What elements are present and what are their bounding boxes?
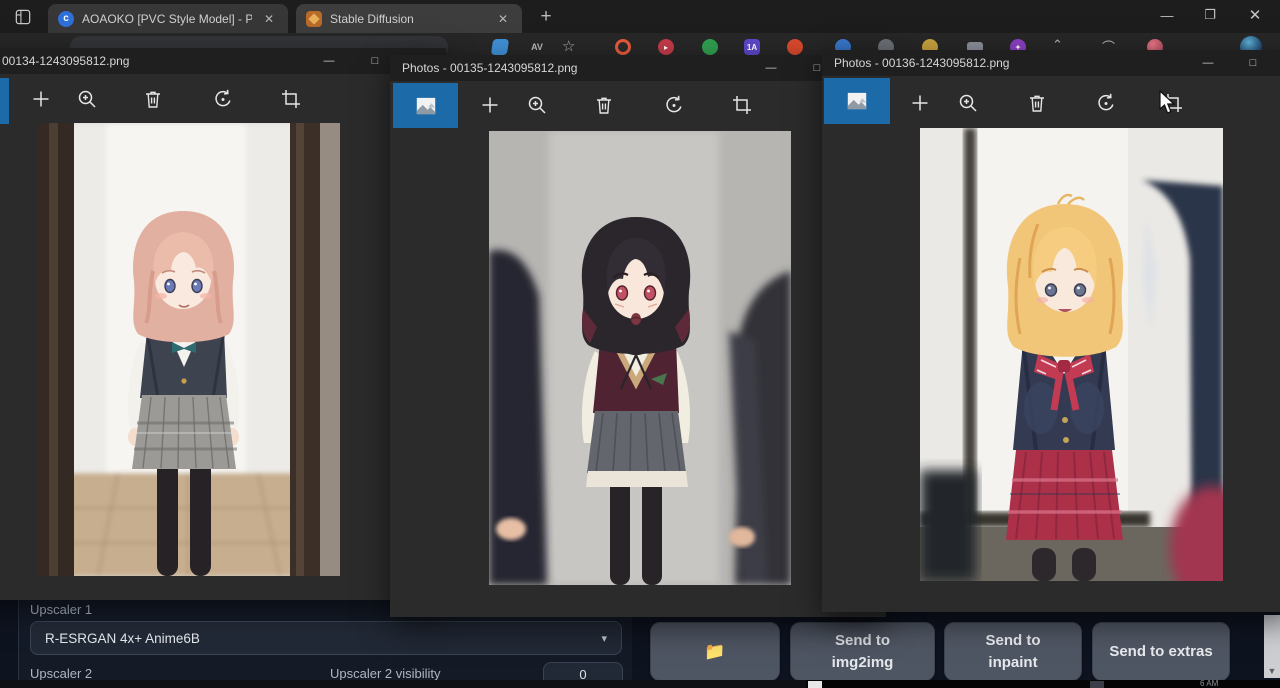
send-to-inpaint-button[interactable]: Send to inpaint bbox=[944, 622, 1082, 681]
extension-icon[interactable] bbox=[787, 39, 803, 55]
photo-00136-anime-girl[interactable] bbox=[920, 128, 1223, 581]
window-title-bar[interactable]: Photos - 00136-1243095812.png — □ bbox=[822, 50, 1280, 76]
photos-command-bar bbox=[0, 74, 446, 126]
extension-icon[interactable] bbox=[615, 39, 631, 55]
favorites-icon[interactable]: ☆ bbox=[562, 37, 575, 55]
window-title: Photos - 00135-1243095812.png bbox=[402, 61, 577, 75]
zoom-button[interactable] bbox=[951, 86, 985, 120]
photos-window-00135: Photos - 00135-1243095812.png — □ bbox=[390, 55, 886, 617]
window-title-bar[interactable]: 00134-1243095812.png — □ bbox=[0, 48, 446, 74]
rotate-button[interactable] bbox=[657, 88, 691, 122]
see-all-photos-button[interactable] bbox=[824, 78, 890, 124]
see-all-photos-button[interactable] bbox=[393, 83, 458, 128]
delete-button[interactable] bbox=[136, 82, 170, 116]
rotate-button[interactable] bbox=[1089, 86, 1123, 120]
upscaler1-value: R-ESRGAN 4x+ Anime6B bbox=[45, 631, 601, 646]
page-scrollbar[interactable]: ▼ bbox=[1264, 615, 1280, 678]
tab-title: Stable Diffusion bbox=[330, 12, 486, 26]
taskbar-tray-icon[interactable] bbox=[1090, 681, 1104, 688]
mouse-cursor bbox=[1158, 90, 1180, 116]
photos-command-bar bbox=[822, 76, 1280, 128]
window-minimize-button[interactable]: — bbox=[309, 48, 349, 74]
window-maximize-button[interactable]: □ bbox=[1233, 50, 1273, 76]
photo-illustration bbox=[38, 123, 340, 576]
browser-close-button[interactable]: ✕ bbox=[1238, 1, 1272, 29]
send-to-extras-button[interactable]: Send to extras bbox=[1092, 622, 1230, 681]
photos-window-00134: 00134-1243095812.png — □ bbox=[0, 48, 446, 600]
tab-switcher-button[interactable] bbox=[10, 6, 36, 27]
browser-minimize-button[interactable]: — bbox=[1150, 1, 1184, 29]
add-button[interactable] bbox=[24, 82, 58, 116]
browser-tab-stable-diffusion[interactable]: Stable Diffusion ✕ bbox=[296, 4, 522, 33]
send-to-img2img-button[interactable]: Send to img2img bbox=[790, 622, 935, 681]
rotate-button[interactable] bbox=[206, 82, 240, 116]
window-minimize-button[interactable]: — bbox=[751, 55, 791, 81]
button-label: Send to img2img bbox=[822, 630, 904, 674]
photo-illustration bbox=[489, 131, 791, 585]
delete-button[interactable] bbox=[587, 88, 621, 122]
upscaler2-visibility-label: Upscaler 2 visibility bbox=[330, 666, 441, 681]
taskbar-clock: 6 AM bbox=[1200, 680, 1218, 688]
crop-button[interactable] bbox=[274, 82, 308, 116]
photo-illustration bbox=[920, 128, 1223, 581]
photo-00134-anime-girl[interactable] bbox=[38, 123, 340, 576]
delete-button[interactable] bbox=[1020, 86, 1054, 120]
upscaler2-label: Upscaler 2 bbox=[30, 666, 92, 681]
new-tab-button[interactable]: + bbox=[532, 4, 560, 30]
button-label: Send to inpaint bbox=[972, 630, 1054, 674]
zoom-button[interactable] bbox=[70, 82, 104, 116]
tab-close-button[interactable]: ✕ bbox=[260, 12, 278, 26]
civitai-favicon: c bbox=[58, 11, 74, 27]
folder-icon: 📁 bbox=[704, 642, 725, 662]
zoom-button[interactable] bbox=[520, 88, 554, 122]
taskbar-app-icon[interactable] bbox=[808, 681, 822, 688]
upscaler1-label: Upscaler 1 bbox=[30, 602, 92, 617]
extension-icon[interactable]: AV bbox=[529, 39, 545, 55]
tab-close-button[interactable]: ✕ bbox=[494, 12, 512, 26]
extension-icon[interactable] bbox=[702, 39, 718, 55]
window-maximize-button[interactable]: □ bbox=[355, 48, 395, 74]
window-minimize-button[interactable]: — bbox=[1188, 50, 1228, 76]
browser-tab-civitai[interactable]: c AOAOKO [PVC Style Model] - PV ✕ bbox=[48, 4, 288, 33]
stable-diffusion-favicon bbox=[306, 11, 322, 27]
upscaler1-dropdown[interactable]: R-ESRGAN 4x+ Anime6B ▾ bbox=[30, 621, 622, 655]
tab-title: AOAOKO [PVC Style Model] - PV bbox=[82, 12, 252, 26]
extension-icon[interactable]: ▸ bbox=[658, 39, 674, 55]
extension-icon[interactable]: 1A bbox=[744, 39, 760, 55]
taskbar-strip: 6 AM bbox=[0, 680, 1280, 688]
add-button[interactable] bbox=[903, 86, 937, 120]
crop-button[interactable] bbox=[725, 88, 759, 122]
chevron-down-icon: ▾ bbox=[601, 632, 607, 645]
see-all-photos-button[interactable] bbox=[0, 78, 9, 124]
open-folder-button[interactable]: 📁 bbox=[650, 622, 780, 681]
window-title-bar[interactable]: Photos - 00135-1243095812.png — □ bbox=[390, 55, 886, 81]
extension-icon[interactable] bbox=[491, 39, 509, 55]
scroll-down-arrow-icon: ▼ bbox=[1264, 666, 1280, 676]
photos-window-00136: Photos - 00136-1243095812.png — □ bbox=[822, 50, 1280, 612]
browser-restore-button[interactable]: ❐ bbox=[1193, 1, 1227, 29]
window-title: 00134-1243095812.png bbox=[2, 54, 129, 68]
photos-command-bar bbox=[390, 81, 886, 133]
browser-tab-bar: c AOAOKO [PVC Style Model] - PV ✕ Stable… bbox=[0, 0, 1280, 33]
desktop: c AOAOKO [PVC Style Model] - PV ✕ Stable… bbox=[0, 0, 1280, 688]
window-title: Photos - 00136-1243095812.png bbox=[834, 56, 1009, 70]
photo-00135-anime-girl[interactable] bbox=[489, 131, 791, 585]
add-button[interactable] bbox=[473, 88, 507, 122]
button-label: Send to extras bbox=[1109, 642, 1212, 662]
